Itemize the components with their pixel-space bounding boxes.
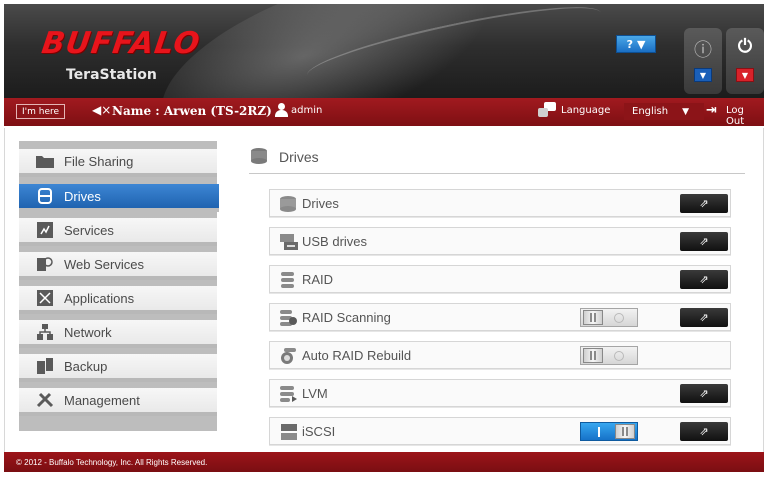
- lvm-icon: [280, 386, 298, 402]
- language-value: English: [632, 106, 669, 117]
- chevron-down-icon: ▼: [682, 106, 690, 117]
- sidebar-item-label: Web Services: [64, 256, 144, 272]
- folder-icon: [36, 153, 54, 169]
- sidebar-item-services[interactable]: Services: [19, 218, 217, 246]
- row-label: iSCSI: [302, 424, 336, 439]
- sidebar-item-applications[interactable]: Applications: [19, 286, 217, 314]
- sidebar-item-label: Network: [64, 324, 112, 340]
- device-name: Name : Arwen (TS-2RZ): [112, 104, 272, 118]
- auto-rebuild-icon: [280, 348, 298, 364]
- raid-scanning-toggle[interactable]: [580, 308, 638, 327]
- logout-icon[interactable]: ⇥: [706, 103, 717, 118]
- language-icon: [538, 102, 556, 118]
- sidebar-item-network[interactable]: Network: [19, 320, 217, 348]
- raid-icon: [280, 272, 298, 288]
- raid-scanning-icon: [280, 310, 298, 326]
- sidebar-item-web-services[interactable]: Web Services: [19, 252, 217, 280]
- sidebar-item-drives[interactable]: Drives: [19, 184, 219, 212]
- services-icon: [36, 222, 54, 238]
- power-dropdown-icon[interactable]: ▼: [736, 68, 754, 82]
- row-label: Drives: [302, 196, 339, 211]
- user-icon: [275, 103, 288, 117]
- row-lvm: LVM ⇗: [269, 379, 731, 407]
- sidebar-item-label: Services: [64, 222, 114, 238]
- power-button[interactable]: ⏻ ▼: [726, 28, 764, 94]
- open-usb-drives-button[interactable]: ⇗: [680, 232, 728, 251]
- sidebar-item-label: Applications: [64, 290, 135, 306]
- management-icon: [36, 392, 54, 408]
- main-panel: File Sharing Drives Services Web Service…: [4, 128, 764, 452]
- row-label: Auto RAID Rebuild: [302, 348, 412, 363]
- user-name: admin: [291, 105, 323, 116]
- auto-raid-rebuild-toggle[interactable]: [580, 346, 638, 365]
- iscsi-toggle[interactable]: [580, 422, 638, 441]
- language-select[interactable]: English ▼: [624, 103, 704, 120]
- info-icon: ⓘ: [694, 40, 712, 61]
- brand-logo: BUFFALO: [39, 26, 203, 61]
- open-lvm-button[interactable]: ⇗: [680, 384, 728, 403]
- row-drives: Drives ⇗: [269, 189, 731, 217]
- row-label: RAID Scanning: [302, 310, 391, 325]
- open-raid-button[interactable]: ⇗: [680, 270, 728, 289]
- title-divider: [249, 173, 745, 174]
- row-raid: RAID ⇗: [269, 265, 731, 293]
- logout-link[interactable]: Log Out: [726, 105, 764, 127]
- sidebar-item-management[interactable]: Management: [19, 388, 217, 416]
- chevron-down-icon: ▼: [636, 37, 646, 51]
- power-icon: ⏻: [737, 36, 753, 57]
- row-auto-raid-rebuild: Auto RAID Rebuild: [269, 341, 731, 369]
- backup-icon: [36, 358, 54, 374]
- im-here-button[interactable]: I'm here: [16, 104, 66, 119]
- applications-icon: [36, 290, 54, 306]
- sidebar-item-label: Management: [64, 392, 140, 408]
- network-icon: [36, 324, 54, 340]
- sidebar-item-label: Backup: [64, 358, 108, 374]
- page-title: Drives: [279, 149, 319, 165]
- open-raid-scanning-button[interactable]: ⇗: [680, 308, 728, 327]
- row-label: RAID: [302, 272, 334, 287]
- app-header: BUFFALO TeraStation ? ▼ ⓘ ▼ ⏻ ▼: [4, 4, 764, 98]
- drives-title-icon: [251, 147, 267, 165]
- row-label: LVM: [302, 386, 328, 401]
- open-iscsi-button[interactable]: ⇗: [680, 422, 728, 441]
- row-usb-drives: USB drives ⇗: [269, 227, 731, 255]
- iscsi-icon: [280, 424, 298, 440]
- info-bar: I'm here ◀× Name : Arwen (TS-2RZ) admin …: [4, 98, 764, 127]
- sidebar-item-backup[interactable]: Backup: [19, 354, 217, 382]
- language-label: Language: [561, 105, 611, 116]
- web-services-icon: [36, 256, 54, 272]
- info-button[interactable]: ⓘ ▼: [684, 28, 722, 94]
- help-button[interactable]: ? ▼: [616, 35, 656, 53]
- sidebar-item-file-sharing[interactable]: File Sharing: [19, 149, 217, 177]
- info-dropdown-icon[interactable]: ▼: [694, 68, 712, 82]
- sidebar-item-label: File Sharing: [64, 153, 134, 169]
- product-name: TeraStation: [66, 67, 157, 83]
- open-drives-button[interactable]: ⇗: [680, 194, 728, 213]
- usb-drive-icon: [280, 234, 298, 250]
- footer: © 2012 - Buffalo Technology, Inc. All Ri…: [4, 452, 764, 472]
- sidebar-item-label: Drives: [64, 188, 101, 204]
- help-label: ?: [626, 37, 633, 51]
- disk-icon: [280, 196, 298, 212]
- row-raid-scanning: RAID Scanning ⇗: [269, 303, 731, 331]
- speaker-icon[interactable]: ◀×: [92, 103, 111, 117]
- drives-icon: [36, 188, 54, 204]
- row-iscsi: iSCSI ⇗: [269, 417, 731, 445]
- row-label: USB drives: [302, 234, 368, 249]
- copyright-text: © 2012 - Buffalo Technology, Inc. All Ri…: [16, 457, 208, 467]
